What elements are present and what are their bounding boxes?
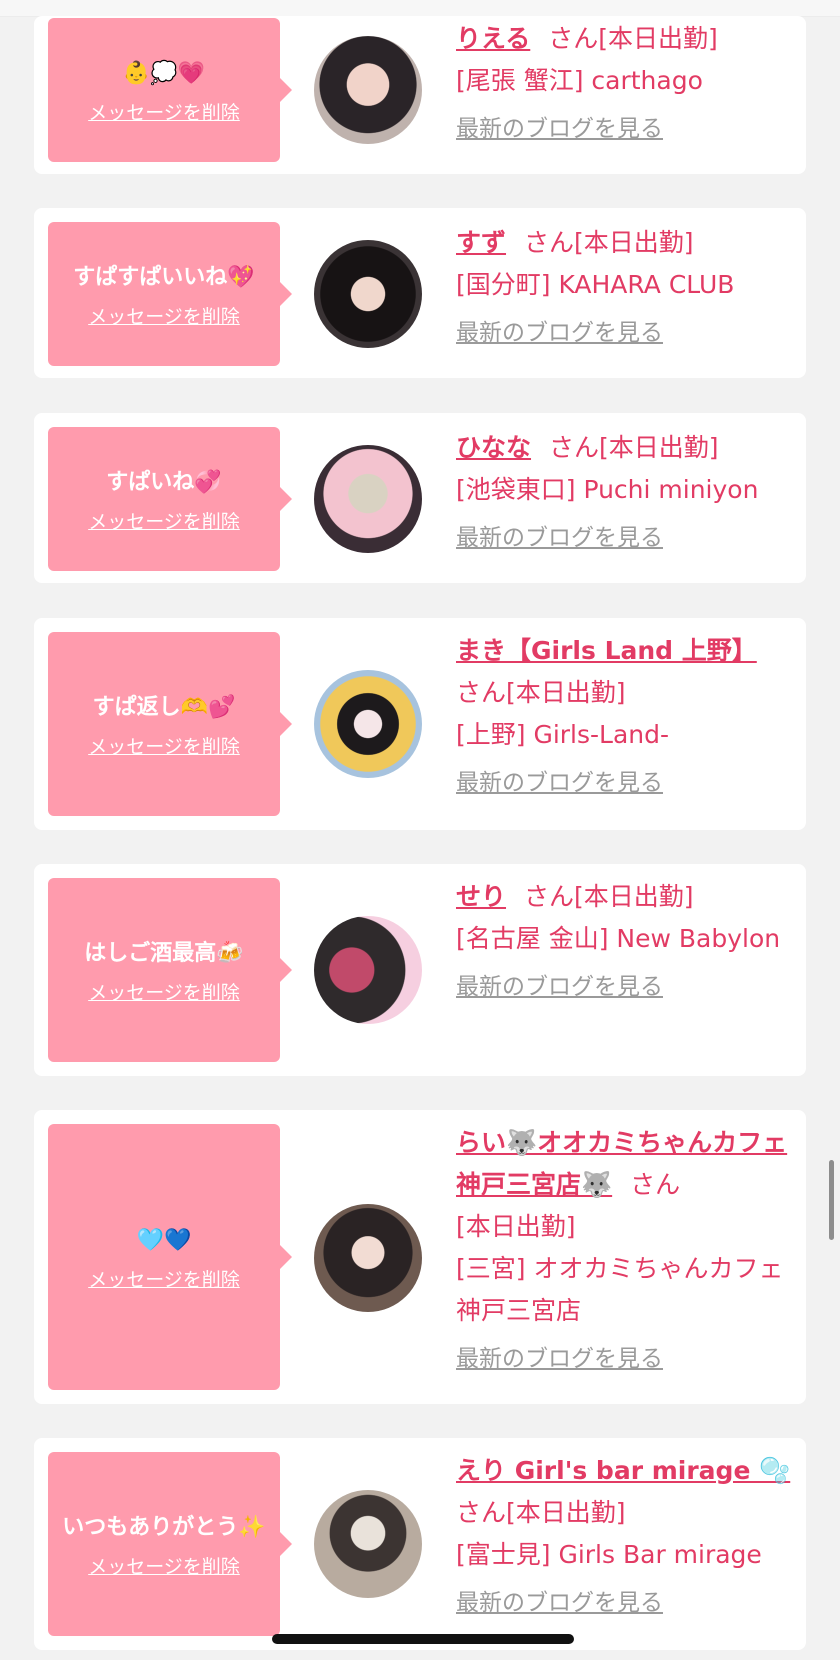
- message-bubble: すぱいね💞 メッセージを削除: [48, 427, 292, 571]
- delete-message-link[interactable]: メッセージを削除: [88, 978, 240, 1005]
- latest-blog-link[interactable]: 最新のブログを見る: [456, 966, 663, 1008]
- latest-blog-link[interactable]: 最新のブログを見る: [456, 1338, 663, 1380]
- message-bubble: すぱ返し🫶💕 メッセージを削除: [48, 632, 292, 816]
- status-label: [本日出勤]: [506, 1498, 626, 1527]
- favorite-card: はしご酒最高🍻 メッセージを削除 せり さん[本日出勤] [名古屋 金山] New…: [34, 864, 806, 1076]
- cast-info: すず さん[本日出勤] [国分町] KAHARA CLUB 最新のブログを見る: [456, 222, 796, 354]
- favorite-card: いつもありがとう✨ メッセージを削除 えり Girl's bar mirage …: [34, 1438, 806, 1650]
- cast-name-link[interactable]: らい🐺オオカミちゃんカフェ神戸三宮店🐺: [456, 1128, 787, 1199]
- cast-info: らい🐺オオカミちゃんカフェ神戸三宮店🐺 さん [本日出勤] [三宮] オオカミちゃ…: [456, 1122, 796, 1380]
- san-label: さん: [630, 1170, 681, 1199]
- san-label: さん: [524, 228, 575, 257]
- status-label: [本日出勤]: [598, 24, 718, 53]
- message-bubble: はしご酒最高🍻 メッセージを削除: [48, 878, 292, 1062]
- cast-name-link[interactable]: まき【Girls Land 上野】: [456, 636, 757, 665]
- avatar[interactable]: [314, 670, 422, 778]
- top-strip: [0, 0, 840, 17]
- shop-label: [国分町] KAHARA CLUB: [456, 270, 735, 299]
- status-label: [本日出勤]: [506, 678, 626, 707]
- avatar[interactable]: [314, 1204, 422, 1312]
- avatar[interactable]: [314, 240, 422, 348]
- latest-blog-link[interactable]: 最新のブログを見る: [456, 312, 663, 354]
- message-bubble: すぱすぱいいね💖 メッセージを削除: [48, 222, 292, 366]
- favorite-card: すぱ返し🫶💕 メッセージを削除 まき【Girls Land 上野】 さん[本日出…: [34, 618, 806, 830]
- cast-name-link[interactable]: すず: [456, 228, 506, 257]
- avatar[interactable]: [314, 916, 422, 1024]
- cast-info: ひなな さん[本日出勤] [池袋東口] Puchi miniyon 最新のブログを…: [456, 427, 796, 559]
- shop-label: [池袋東口] Puchi miniyon: [456, 475, 759, 504]
- latest-blog-link[interactable]: 最新のブログを見る: [456, 762, 663, 804]
- shop-label: [上野] Girls-Land-: [456, 720, 670, 749]
- cast-name-link[interactable]: りえる: [456, 24, 530, 53]
- delete-message-link[interactable]: メッセージを削除: [88, 732, 240, 759]
- message-text: すぱすぱいいね💖: [73, 264, 255, 290]
- favorite-card: すぱすぱいいね💖 メッセージを削除 すず さん[本日出勤] [国分町] KAHAR…: [34, 208, 806, 378]
- cast-name-link[interactable]: えり Girl's bar mirage 🫧: [456, 1456, 790, 1485]
- delete-message-link[interactable]: メッセージを削除: [88, 302, 240, 329]
- cast-info: えり Girl's bar mirage 🫧 さん[本日出勤] [富士見] Gi…: [456, 1450, 796, 1624]
- san-label: さん: [549, 433, 600, 462]
- scrollbar[interactable]: [829, 1160, 834, 1240]
- message-text: すぱいね💞: [106, 469, 222, 495]
- delete-message-link[interactable]: メッセージを削除: [88, 507, 240, 534]
- cast-info: まき【Girls Land 上野】 さん[本日出勤] [上野] Girls-La…: [456, 630, 796, 804]
- message-text: 👶💭💗: [122, 60, 206, 86]
- message-bubble: いつもありがとう✨ メッセージを削除: [48, 1452, 292, 1636]
- cast-name-link[interactable]: ひなな: [456, 433, 531, 462]
- status-label: [本日出勤]: [574, 882, 694, 911]
- cast-info: せり さん[本日出勤] [名古屋 金山] New Babylon 最新のブログを見…: [456, 876, 796, 1008]
- cast-info: りえる さん[本日出勤] [尾張 蟹江] carthago 最新のブログを見る: [456, 18, 796, 150]
- shop-label: [尾張 蟹江] carthago: [456, 66, 703, 95]
- message-text: すぱ返し🫶💕: [92, 694, 236, 720]
- shop-label: [三宮] オオカミちゃんカフェ神戸三宮店: [456, 1254, 784, 1325]
- status-label: [本日出勤]: [599, 433, 719, 462]
- message-bubble: 👶💭💗 メッセージを削除: [48, 18, 292, 162]
- cast-name-link[interactable]: せり: [456, 882, 506, 911]
- san-label: さん: [524, 882, 575, 911]
- status-label: [本日出勤]: [574, 228, 694, 257]
- message-text: 🩵💙: [136, 1227, 192, 1253]
- san-label: さん: [548, 24, 599, 53]
- avatar[interactable]: [314, 445, 422, 553]
- delete-message-link[interactable]: メッセージを削除: [88, 98, 240, 125]
- san-label: さん: [456, 678, 507, 707]
- favorite-card: すぱいね💞 メッセージを削除 ひなな さん[本日出勤] [池袋東口] Puchi …: [34, 413, 806, 583]
- avatar[interactable]: [314, 36, 422, 144]
- delete-message-link[interactable]: メッセージを削除: [88, 1552, 240, 1579]
- favorite-card: 🩵💙 メッセージを削除 らい🐺オオカミちゃんカフェ神戸三宮店🐺 さん [本日出勤]…: [34, 1110, 806, 1404]
- message-bubble: 🩵💙 メッセージを削除: [48, 1124, 292, 1390]
- shop-label: [富士見] Girls Bar mirage: [456, 1540, 762, 1569]
- shop-label: [名古屋 金山] New Babylon: [456, 924, 781, 953]
- message-text: いつもありがとう✨: [62, 1514, 266, 1540]
- avatar[interactable]: [314, 1490, 422, 1598]
- status-label: [本日出勤]: [456, 1212, 576, 1241]
- message-text: はしご酒最高🍻: [84, 940, 244, 966]
- home-indicator[interactable]: [272, 1634, 574, 1644]
- latest-blog-link[interactable]: 最新のブログを見る: [456, 1582, 663, 1624]
- favorite-card: 👶💭💗 メッセージを削除 りえる さん[本日出勤] [尾張 蟹江] carthag…: [34, 16, 806, 174]
- delete-message-link[interactable]: メッセージを削除: [88, 1265, 240, 1292]
- latest-blog-link[interactable]: 最新のブログを見る: [456, 517, 663, 559]
- latest-blog-link[interactable]: 最新のブログを見る: [456, 108, 663, 150]
- san-label: さん: [456, 1498, 507, 1527]
